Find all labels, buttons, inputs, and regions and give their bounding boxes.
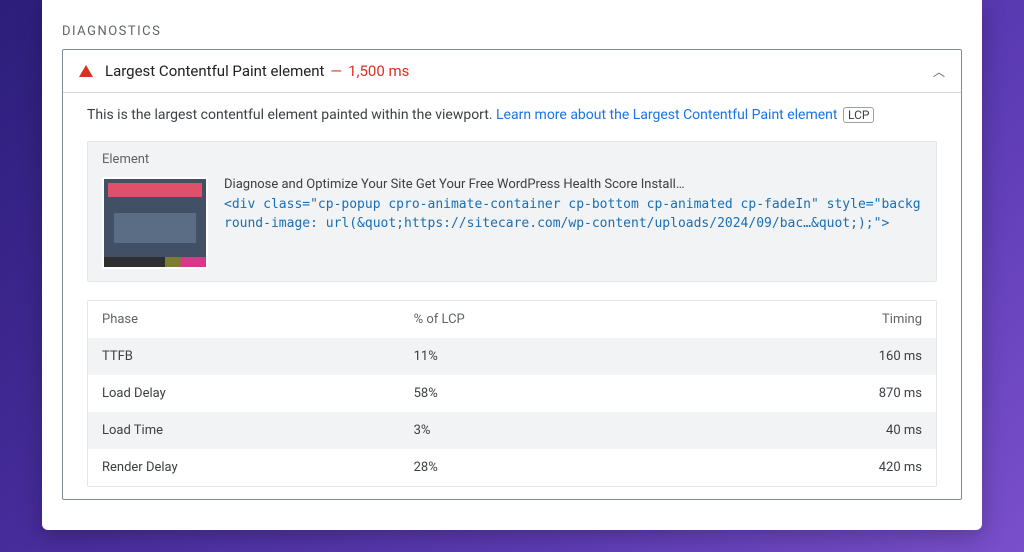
phase-cell: Render Delay [102,460,414,475]
chevron-up-icon[interactable]: ︿ [933,63,945,80]
time-cell: 420 ms [676,460,922,475]
diagnostic-header[interactable]: Largest Contentful Paint element — 1,500… [63,50,961,93]
warning-triangle-icon [79,65,93,77]
element-panel: Element Diagnose and Optimize Your Site … [87,141,937,282]
diagnostic-title: Largest Contentful Paint element [105,62,324,80]
phase-cell: TTFB [102,349,414,364]
phase-cell: Load Delay [102,386,414,401]
element-panel-header: Element [88,142,936,175]
element-description: Diagnose and Optimize Your Site Get Your… [224,177,922,192]
diagnostic-body: This is the largest contentful element p… [63,93,961,499]
time-cell: 870 ms [676,386,922,401]
pct-cell: 58% [414,386,676,401]
pct-cell: 11% [414,349,676,364]
section-heading: DIAGNOSTICS [62,24,962,39]
col-time-header: Timing [676,312,922,327]
element-text: Diagnose and Optimize Your Site Get Your… [224,177,922,269]
diagnostics-panel: DIAGNOSTICS Largest Contentful Paint ele… [42,0,982,530]
col-phase-header: Phase [102,312,414,327]
lcp-badge: LCP [843,107,874,123]
pct-cell: 3% [414,423,676,438]
intro-text: This is the largest contentful element p… [87,107,937,123]
time-cell: 40 ms [676,423,922,438]
pct-cell: 28% [414,460,676,475]
phase-cell: Load Time [102,423,414,438]
learn-more-link[interactable]: Learn more about the Largest Contentful … [496,107,837,123]
phase-table-header: Phase % of LCP Timing [88,301,936,338]
intro-before: This is the largest contentful element p… [87,107,496,123]
table-row: Render Delay 28% 420 ms [88,449,936,486]
diagnostic-separator: — [330,62,342,80]
table-row: Load Time 3% 40 ms [88,412,936,449]
element-code: <div class="cp-popup cpro-animate-contai… [224,196,922,234]
element-row: Diagnose and Optimize Your Site Get Your… [88,175,936,281]
phase-table: Phase % of LCP Timing TTFB 11% 160 ms Lo… [87,300,937,487]
table-row: TTFB 11% 160 ms [88,338,936,375]
diagnostic-card: Largest Contentful Paint element — 1,500… [62,49,962,500]
time-cell: 160 ms [676,349,922,364]
col-pct-header: % of LCP [414,312,676,327]
element-thumbnail [102,177,208,269]
diagnostic-metric: 1,500 ms [348,62,409,80]
table-row: Load Delay 58% 870 ms [88,375,936,412]
